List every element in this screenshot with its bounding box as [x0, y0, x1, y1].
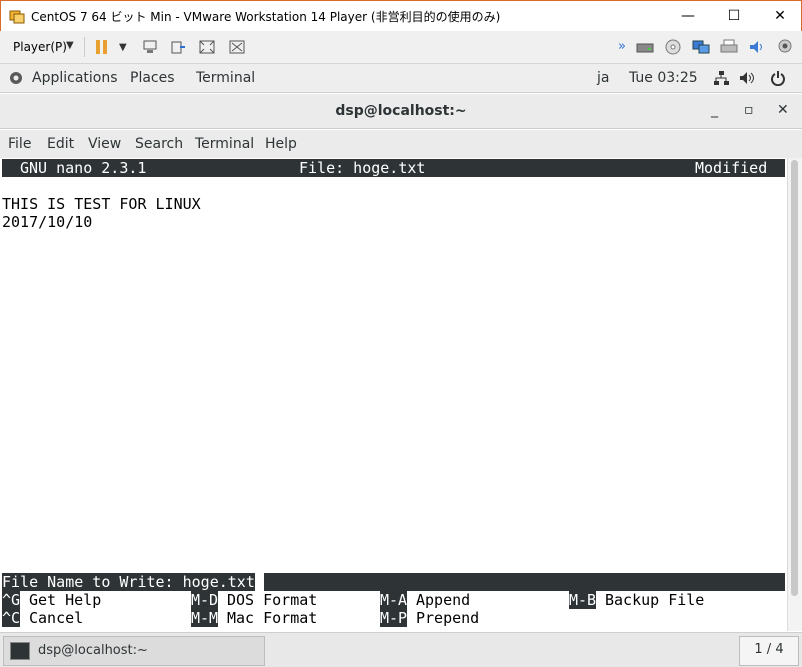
terminal-menubar: File Edit View Search Terminal Help	[0, 130, 802, 158]
applications-menu[interactable]: Applications	[32, 70, 118, 86]
input-language-indicator[interactable]: ja	[597, 70, 609, 86]
pause-dropdown-icon[interactable]: ▼	[119, 42, 127, 53]
workspace-switcher[interactable]: 1 / 4	[739, 636, 799, 666]
terminal-header-bar: dsp@localhost:~ _ ▫ ✕	[0, 94, 802, 129]
menu-edit[interactable]: Edit	[47, 136, 74, 152]
applications-menu-icon[interactable]	[8, 70, 24, 90]
pause-icon[interactable]	[95, 39, 109, 57]
unity-mode-icon[interactable]	[228, 39, 246, 57]
clock[interactable]: Tue 03:25	[629, 70, 698, 86]
menu-file[interactable]: File	[8, 136, 31, 152]
shortcut-key: M-P	[380, 609, 408, 627]
vmware-app-icon	[9, 10, 25, 24]
shortcut-key: M-B	[569, 591, 597, 609]
sound-card-icon[interactable]	[748, 39, 766, 57]
volume-icon[interactable]	[739, 70, 757, 90]
shortcut-label: Prepend	[416, 609, 480, 627]
terminal-maximize-button[interactable]: ▫	[744, 102, 754, 118]
editor-line: THIS IS TEST FOR LINUX	[2, 195, 201, 213]
network-adapter-icon[interactable]	[692, 39, 710, 57]
shortcut-label: Get Help	[29, 591, 102, 609]
taskbar-window-label: dsp@localhost:~	[38, 643, 148, 658]
shortcut-key: ^G	[2, 591, 21, 609]
shortcut-label: DOS Format	[227, 591, 318, 609]
scrollbar-thumb[interactable]	[791, 160, 798, 596]
terminal-scrollbar[interactable]	[787, 158, 802, 631]
menu-terminal[interactable]: Terminal	[195, 136, 254, 152]
shortcut-label: Backup File	[605, 591, 705, 609]
window-titlebar: CentOS 7 64 ビット Min - VMware Workstation…	[0, 0, 802, 31]
menu-search[interactable]: Search	[135, 136, 183, 152]
editor-line: 2017/10/10	[2, 213, 93, 231]
terminal-window-title: dsp@localhost:~	[335, 103, 467, 119]
nano-prompt-bar: File Name to Write: hoge.txt	[2, 573, 785, 591]
shortcut-key: ^C	[2, 609, 21, 627]
terminal-app-menu[interactable]: Terminal	[196, 70, 255, 86]
shortcut-label: Cancel	[29, 609, 84, 627]
vmware-toolbar: Player(P) ▼ ▼ »	[0, 31, 802, 64]
gnome-top-bar: Applications Places Terminal ja Tue 03:2…	[0, 64, 802, 93]
places-menu[interactable]: Places	[130, 70, 175, 86]
window-maximize-button[interactable]: ☐	[711, 1, 757, 31]
window-title: CentOS 7 64 ビット Min - VMware Workstation…	[31, 10, 501, 24]
more-devices-icon[interactable]: »	[618, 39, 626, 54]
removable-devices-icon[interactable]	[170, 39, 186, 57]
cd-dvd-icon[interactable]	[664, 39, 682, 57]
nano-modified-status: Modified	[695, 159, 768, 177]
shortcut-key: M-D	[191, 591, 219, 609]
webcam-icon[interactable]	[776, 39, 794, 57]
text-cursor	[255, 573, 264, 591]
power-icon[interactable]	[770, 70, 786, 90]
fit-guest-icon[interactable]	[198, 39, 216, 57]
player-menu-dropdown-icon[interactable]: ▼	[66, 40, 74, 51]
filename-prompt[interactable]: File Name to Write: hoge.txt	[2, 573, 255, 591]
window-close-button[interactable]: ✕	[757, 1, 802, 31]
taskbar-window-terminal[interactable]: dsp@localhost:~	[3, 636, 265, 666]
toolbar-separator	[84, 37, 85, 57]
terminal-close-button[interactable]: ✕	[777, 102, 789, 118]
nano-version: GNU nano 2.3.1	[20, 159, 147, 177]
menu-help[interactable]: Help	[265, 136, 297, 152]
hard-disk-icon[interactable]	[636, 39, 654, 57]
nano-filename: File: hoge.txt	[299, 159, 426, 177]
printer-icon[interactable]	[720, 39, 738, 57]
shortcut-key: M-A	[380, 591, 408, 609]
terminal-minimize-button[interactable]: _	[711, 102, 718, 118]
terminal-screen[interactable]: GNU nano 2.3.1 File: hoge.txt Modified T…	[0, 158, 787, 631]
menu-view[interactable]: View	[88, 136, 121, 152]
shortcut-key: M-M	[191, 609, 219, 627]
gnome-bottom-panel: dsp@localhost:~ 1 / 4	[0, 632, 802, 667]
shortcut-label: Mac Format	[227, 609, 318, 627]
terminal-icon	[10, 642, 30, 660]
send-ctrl-alt-del-icon[interactable]	[142, 39, 158, 57]
player-menu[interactable]: Player(P)	[13, 40, 67, 54]
shortcut-label: Append	[416, 591, 471, 609]
window-minimize-button[interactable]: —	[665, 1, 711, 31]
nano-title-bar: GNU nano 2.3.1 File: hoge.txt Modified	[2, 159, 785, 177]
network-status-icon[interactable]	[713, 70, 729, 90]
